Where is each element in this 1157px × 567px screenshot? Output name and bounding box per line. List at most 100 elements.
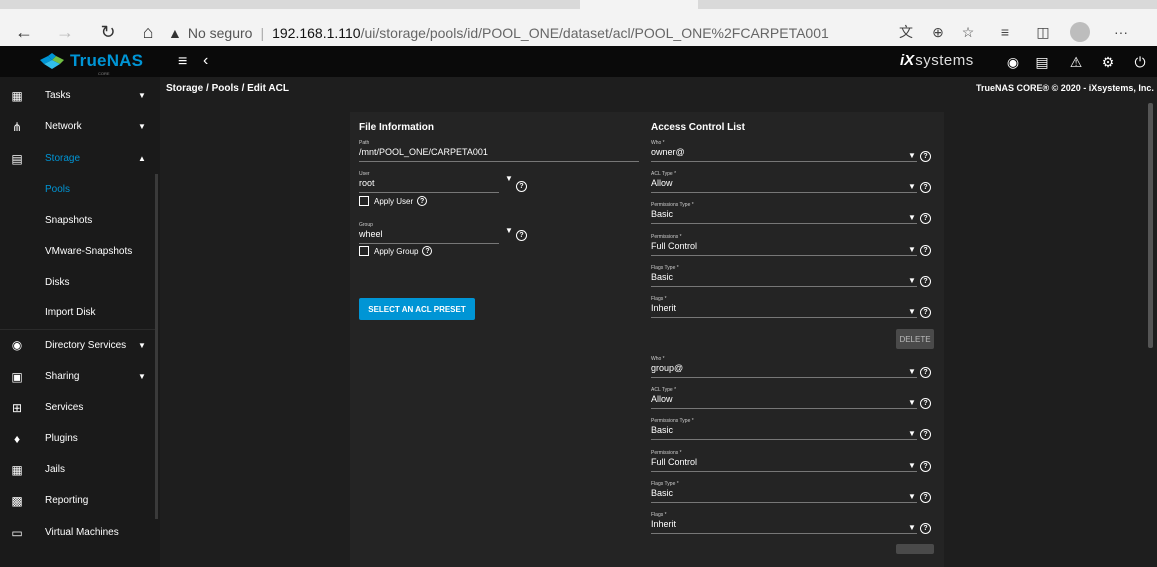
home-icon[interactable]: ⌂: [134, 18, 162, 46]
sidebar-item-plugins[interactable]: ♦ Plugins: [0, 423, 155, 454]
forward-icon[interactable]: →: [51, 18, 79, 46]
acl-type-value[interactable]: Allow: [651, 394, 917, 406]
acl-type-field[interactable]: ACL Type * Allow: [651, 171, 917, 193]
who-dropdown-arrow-icon[interactable]: ▼: [908, 368, 916, 376]
permissions-type-value[interactable]: Basic: [651, 425, 917, 437]
who-help-icon[interactable]: ?: [920, 367, 931, 378]
acl-type-field[interactable]: ACL Type * Allow: [651, 387, 917, 409]
flags-type-help-icon[interactable]: ?: [920, 492, 931, 503]
permissions-type-field[interactable]: Permissions Type * Basic: [651, 418, 917, 440]
acl-who-field[interactable]: Who * owner@: [651, 140, 917, 162]
sidebar-item-snapshots[interactable]: Snapshots: [0, 205, 155, 236]
truenas-logo[interactable]: TrueNAS CORE: [40, 51, 143, 76]
sidebar-item-services[interactable]: ⊞ Services: [0, 392, 155, 423]
acl-who-field[interactable]: Who * group@: [651, 356, 917, 378]
permissions-field[interactable]: Permissions * Full Control: [651, 450, 917, 472]
flags-help-icon[interactable]: ?: [920, 523, 931, 534]
favorite-star-icon[interactable]: ☆: [955, 19, 981, 45]
zoom-icon[interactable]: ⊕: [925, 19, 951, 45]
sidebar-item-import-disk[interactable]: Import Disk: [0, 297, 155, 328]
settings-gear-icon[interactable]: ⚙: [1098, 52, 1118, 72]
user-help-icon[interactable]: ?: [516, 181, 527, 192]
sidebar-item-disks[interactable]: Disks: [0, 267, 155, 298]
sidebar-item-pools[interactable]: Pools: [0, 174, 155, 205]
flags-value[interactable]: Inherit: [651, 519, 917, 531]
acl-type-help-icon[interactable]: ?: [920, 398, 931, 409]
permissions-type-value[interactable]: Basic: [651, 209, 917, 221]
apply-group-help-icon[interactable]: ?: [422, 246, 433, 256]
sidebar-item-storage[interactable]: ▤ Storage ▲: [0, 143, 155, 174]
collections-icon[interactable]: ◫: [1030, 19, 1056, 45]
flags-type-dropdown-arrow-icon[interactable]: ▼: [908, 277, 916, 285]
collapse-arrow-icon[interactable]: ‹: [203, 52, 208, 70]
flags-type-dropdown-arrow-icon[interactable]: ▼: [908, 493, 916, 501]
address-bar[interactable]: ▲ No seguro | 192.168.1.110 /ui/storage/…: [168, 18, 888, 48]
who-value[interactable]: group@: [651, 363, 917, 375]
apply-group-row[interactable]: Apply Group ?: [359, 246, 433, 256]
insecure-label[interactable]: No seguro: [188, 25, 253, 41]
permissions-type-dropdown-arrow-icon[interactable]: ▼: [908, 214, 916, 222]
flags-field[interactable]: Flags * Inherit: [651, 296, 917, 318]
permissions-help-icon[interactable]: ?: [920, 461, 931, 472]
sidebar-item-tasks[interactable]: ▦ Tasks ▼: [0, 80, 155, 111]
warning-icon[interactable]: ▲: [168, 25, 182, 41]
back-icon[interactable]: ←: [10, 18, 38, 46]
user-dropdown-arrow-icon[interactable]: ▼: [505, 175, 513, 183]
sidebar-item-directory-services[interactable]: ◉ Directory Services ▼: [0, 329, 155, 360]
group-field[interactable]: Group wheel: [359, 222, 499, 244]
sidebar-item-network[interactable]: ⋔ Network ▼: [0, 111, 155, 142]
flags-dropdown-arrow-icon[interactable]: ▼: [908, 524, 916, 532]
who-help-icon[interactable]: ?: [920, 151, 931, 162]
group-value[interactable]: wheel: [359, 229, 499, 241]
translate-icon[interactable]: 文: [893, 19, 919, 45]
profile-avatar[interactable]: [1070, 22, 1090, 42]
content-scrollbar[interactable]: [1148, 103, 1153, 348]
group-dropdown-arrow-icon[interactable]: ▼: [505, 227, 513, 235]
acl-type-dropdown-arrow-icon[interactable]: ▼: [908, 183, 916, 191]
flags-value[interactable]: Inherit: [651, 303, 917, 315]
flags-field[interactable]: Flags * Inherit: [651, 512, 917, 534]
delete-ace-button-partial[interactable]: [896, 544, 934, 554]
apply-user-help-icon[interactable]: ?: [417, 196, 428, 206]
permissions-dropdown-arrow-icon[interactable]: ▼: [908, 462, 916, 470]
menu-toggle-icon[interactable]: ≡: [178, 53, 187, 71]
permissions-help-icon[interactable]: ?: [920, 245, 931, 256]
who-value[interactable]: owner@: [651, 147, 917, 159]
permissions-type-dropdown-arrow-icon[interactable]: ▼: [908, 430, 916, 438]
permissions-type-field[interactable]: Permissions Type * Basic: [651, 202, 917, 224]
delete-ace-button[interactable]: DELETE: [896, 329, 934, 349]
permissions-value[interactable]: Full Control: [651, 457, 917, 469]
permissions-field[interactable]: Permissions * Full Control: [651, 234, 917, 256]
apply-user-row[interactable]: Apply User ?: [359, 196, 428, 206]
apply-user-checkbox[interactable]: [359, 196, 369, 206]
notifications-bell-icon[interactable]: ⚠: [1066, 52, 1086, 72]
flags-type-value[interactable]: Basic: [651, 272, 917, 284]
flags-type-field[interactable]: Flags Type * Basic: [651, 481, 917, 503]
truecommand-icon[interactable]: ◉: [1003, 52, 1023, 72]
sidebar-item-reporting[interactable]: ▩ Reporting: [0, 485, 155, 516]
active-tab[interactable]: [580, 0, 698, 9]
power-icon[interactable]: ⏻: [1130, 52, 1150, 72]
flags-type-help-icon[interactable]: ?: [920, 276, 931, 287]
favorites-list-icon[interactable]: ≡: [992, 19, 1018, 45]
sidebar-item-jails[interactable]: ▦ Jails: [0, 454, 155, 485]
flags-dropdown-arrow-icon[interactable]: ▼: [908, 308, 916, 316]
permissions-dropdown-arrow-icon[interactable]: ▼: [908, 246, 916, 254]
ixsystems-logo[interactable]: iX systems: [900, 52, 974, 69]
group-help-icon[interactable]: ?: [516, 230, 527, 241]
flags-type-field[interactable]: Flags Type * Basic: [651, 265, 917, 287]
select-acl-preset-button[interactable]: SELECT AN ACL PRESET: [359, 298, 475, 320]
flags-help-icon[interactable]: ?: [920, 307, 931, 318]
acl-type-help-icon[interactable]: ?: [920, 182, 931, 193]
tasks-clipboard-icon[interactable]: ▤: [1032, 52, 1052, 72]
permissions-type-help-icon[interactable]: ?: [920, 213, 931, 224]
sidebar-item-sharing[interactable]: ▣ Sharing ▼: [0, 361, 155, 392]
flags-type-value[interactable]: Basic: [651, 488, 917, 500]
user-value[interactable]: root: [359, 178, 499, 190]
user-field[interactable]: User root: [359, 171, 499, 193]
acl-type-value[interactable]: Allow: [651, 178, 917, 190]
sidebar-scrollbar[interactable]: [155, 174, 158, 519]
refresh-icon[interactable]: ↻: [94, 18, 122, 46]
acl-type-dropdown-arrow-icon[interactable]: ▼: [908, 399, 916, 407]
who-dropdown-arrow-icon[interactable]: ▼: [908, 152, 916, 160]
